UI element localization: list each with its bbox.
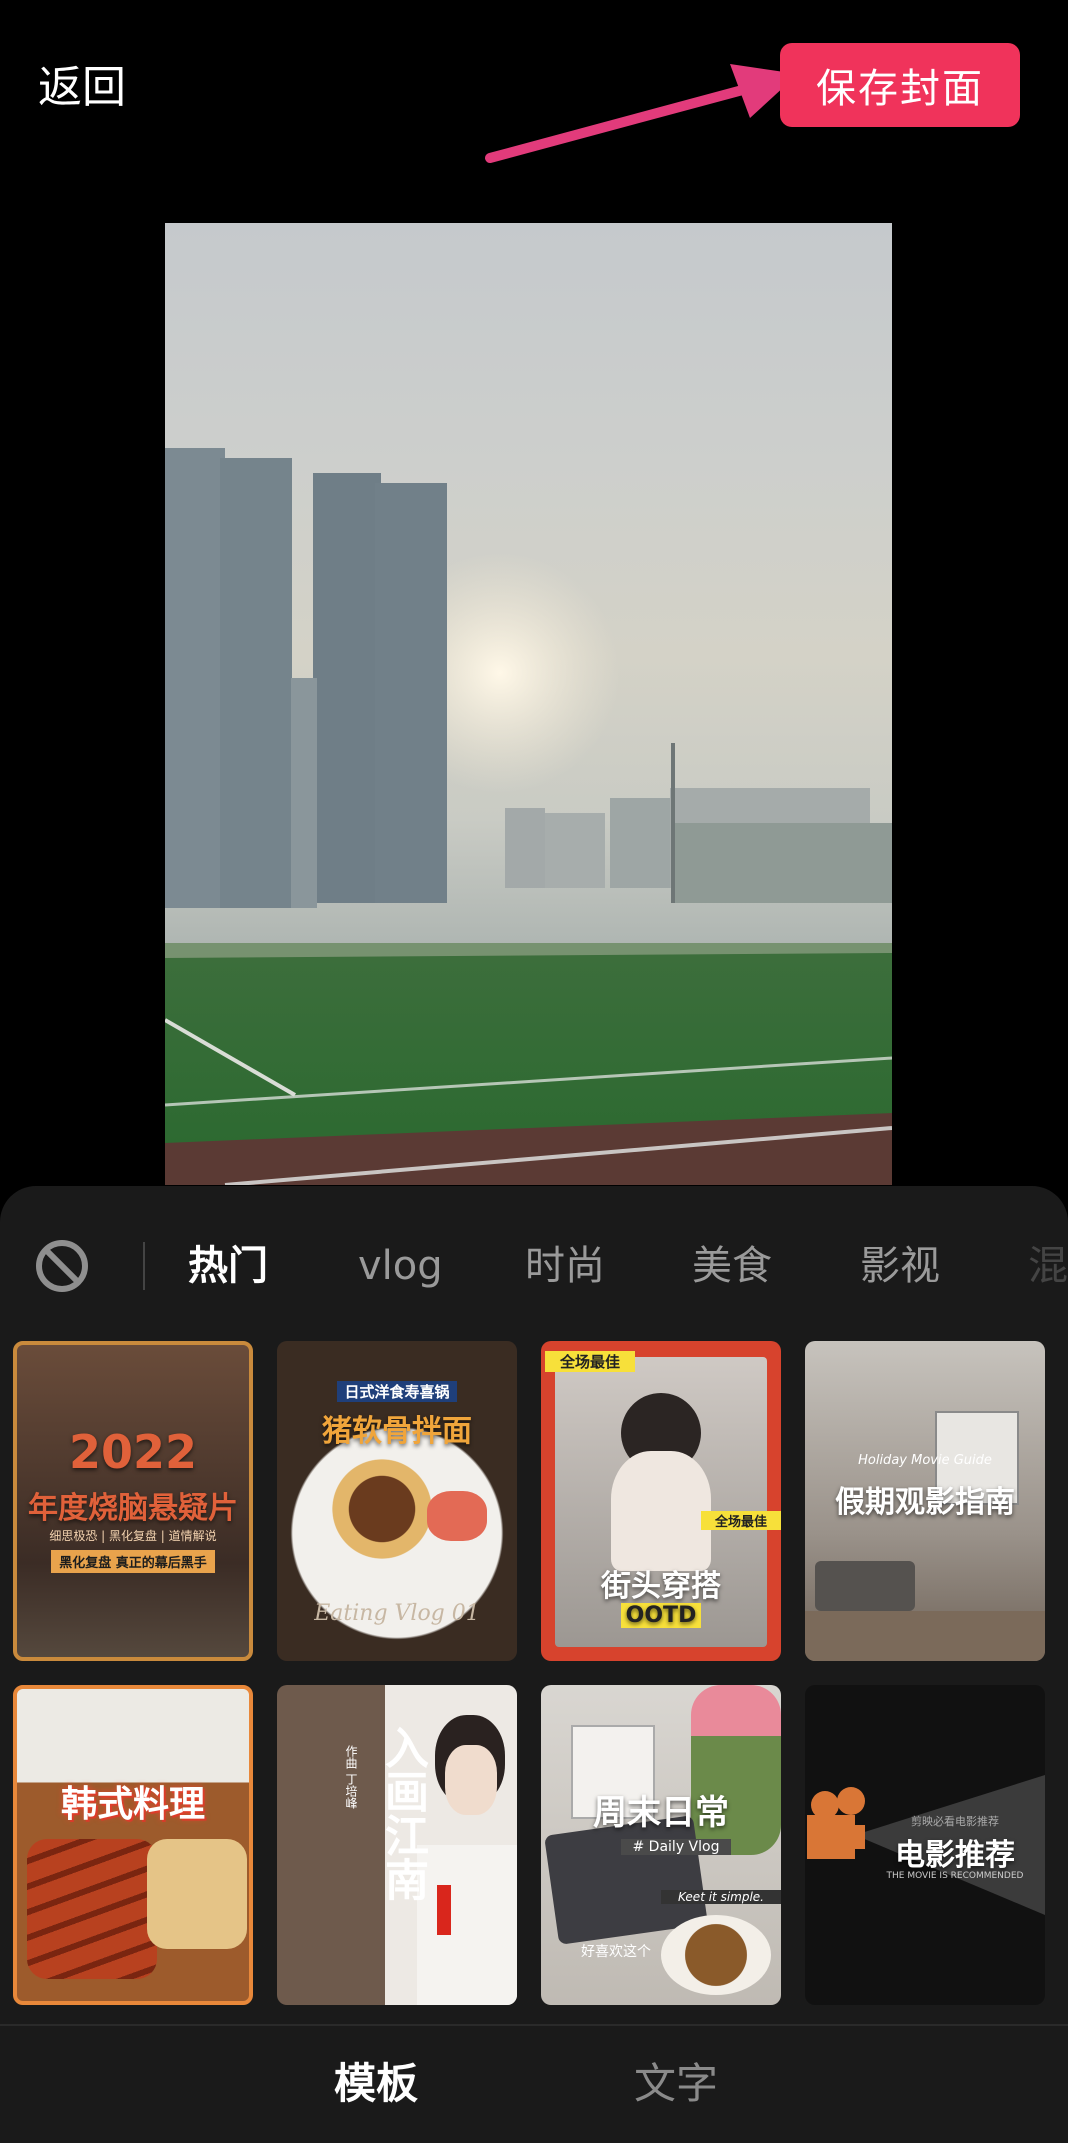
template-title: 周末日常 [593, 1793, 729, 1833]
template-title: 街头穿搭 [601, 1569, 721, 1604]
template-title: 2022 [68, 1425, 198, 1479]
preview-scene [165, 448, 892, 1185]
template-tile[interactable]: 全场最佳 全场最佳 街头穿搭 OOTD [541, 1341, 781, 1661]
tab-text[interactable]: 文字 [634, 2056, 718, 2112]
back-button[interactable]: 返回 [38, 58, 126, 118]
template-footer: Eating Vlog 01 [314, 1601, 480, 1626]
template-title: 电影推荐 [895, 1838, 1015, 1873]
template-subtitle: 作曲 丁培峰 [344, 1745, 358, 1809]
template-badge: 全场最佳 [701, 1511, 781, 1530]
tab-film[interactable]: 影视 [860, 1238, 940, 1294]
template-title: 入画江南 [377, 1725, 428, 1901]
template-small-text: 剪映必看电影推荐 [911, 1815, 999, 1828]
template-subtitle: # Daily Vlog [621, 1839, 731, 1855]
template-tile[interactable]: 2022 年度烧脑悬疑片 细思极恐 | 黑化复盘 | 道情解说 黑化复盘 真正的… [13, 1341, 253, 1661]
save-cover-button[interactable]: 保存封面 [780, 43, 1020, 127]
template-footer: Keet it simple. [661, 1890, 781, 1904]
tab-fashion[interactable]: 时尚 [525, 1238, 605, 1294]
template-subtitle: OOTD [621, 1603, 701, 1628]
top-bar: 返回 保存封面 [0, 0, 1068, 200]
tab-hot[interactable]: 热门 [188, 1238, 268, 1294]
template-title: 韩式料理 [60, 1784, 205, 1825]
template-subtitle: 日式洋食寿喜锅 [337, 1381, 457, 1402]
arrow-annotation-icon [485, 64, 798, 163]
tab-food[interactable]: 美食 [692, 1238, 772, 1294]
template-footer: 好喜欢这个 [581, 1944, 651, 1960]
template-subtitle: 年度烧脑悬疑片 [28, 1491, 238, 1526]
template-tags: 细思极恐 | 黑化复盘 | 道情解说 [49, 1529, 217, 1543]
tab-more[interactable]: 混 [1028, 1238, 1068, 1294]
template-title: 猪软骨拌面 [322, 1414, 472, 1449]
cover-preview-image [165, 223, 892, 1185]
template-tile[interactable]: 韩式料理 [13, 1685, 253, 2005]
template-tile[interactable]: 周末日常 # Daily Vlog Keet it simple. 好喜欢这个 [541, 1685, 781, 2005]
template-panel: 热门 vlog 时尚 美食 影视 混 2022 年度烧脑悬疑片 细思极恐 | 黑… [0, 1186, 1068, 2141]
tab-template[interactable]: 模板 [334, 2056, 418, 2112]
no-symbol-icon[interactable] [34, 1238, 90, 1294]
template-subtitle: THE MOVIE IS RECOMMENDED [886, 1871, 1024, 1881]
bottom-tab-bar: 模板 文字 [0, 2024, 1068, 2143]
template-tile[interactable]: 入画江南 作曲 丁培峰 [277, 1685, 517, 2005]
template-badge: 全场最佳 [545, 1351, 635, 1372]
tab-vlog[interactable]: vlog [358, 1238, 443, 1294]
tabs-divider [143, 1242, 145, 1290]
category-tabs: 热门 vlog 时尚 美食 影视 混 [0, 1186, 1068, 1292]
template-tile[interactable]: Holiday Movie Guide 假期观影指南 [805, 1341, 1045, 1661]
template-title: 假期观影指南 [835, 1485, 1015, 1520]
template-tile[interactable]: 剪映必看电影推荐 电影推荐 THE MOVIE IS RECOMMENDED [805, 1685, 1045, 2005]
template-subtitle: Holiday Movie Guide [858, 1453, 992, 1468]
template-tile[interactable]: 日式洋食寿喜锅 猪软骨拌面 Eating Vlog 01 [277, 1341, 517, 1661]
template-footer: 黑化复盘 真正的幕后黑手 [51, 1550, 215, 1573]
